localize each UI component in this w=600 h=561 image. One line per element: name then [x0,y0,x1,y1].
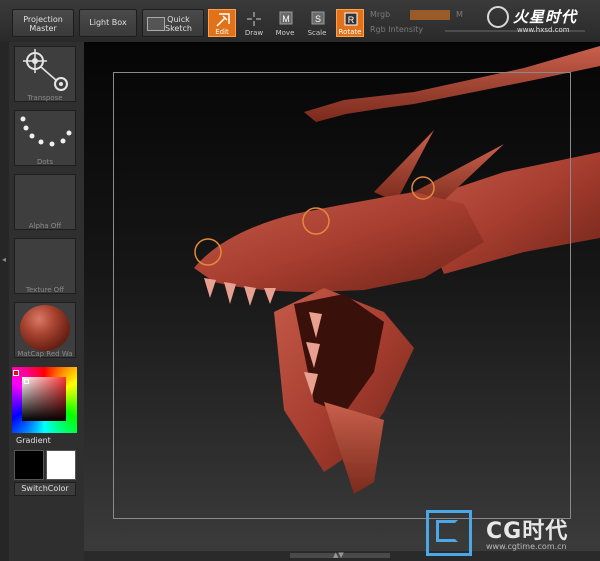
shelf-collapse-strip[interactable] [0,42,9,561]
mrgb-color-chip[interactable] [410,10,450,20]
scale-label: Scale [307,29,327,37]
hxsd-logo-url: www.hxsd.com [517,26,570,34]
matcap-sphere-preview [20,305,70,351]
transpose-slot[interactable]: Transpose [14,46,76,102]
dots-label: Dots [36,158,54,166]
document-frame [113,72,571,519]
material-slot[interactable]: MatCap Red Wa [14,302,76,358]
rotate-icon: R [344,12,358,26]
texture-slot[interactable]: Texture Off [14,238,76,294]
m-toggle[interactable]: M [456,10,463,19]
hue-marker[interactable] [13,370,19,376]
rotate-label: Rotate [338,28,362,36]
svg-text:R: R [348,15,355,25]
rgb-intensity-label: Rgb Intensity [370,25,424,34]
edit-tool-button[interactable]: Edit [208,9,236,37]
top-toolbar: Projection Master Light Box Quick Sketch… [0,0,600,43]
move-tool-button[interactable]: M Move [271,9,299,37]
secondary-color-swatch[interactable] [46,450,76,480]
quick-sketch-label-1: Quick [167,15,190,24]
edit-label: Edit [215,28,229,36]
matcap-label: MatCap Red Wa [17,350,73,358]
tray-toggle-icon[interactable]: ▲▼ [333,551,344,559]
projection-master-button[interactable]: Projection Master [12,9,74,37]
mrgb-toggle[interactable]: Mrgb [370,10,390,19]
quick-sketch-button[interactable]: Quick Sketch [142,9,204,37]
cgtime-logo-inner-icon [436,520,458,542]
transpose-icon [23,49,68,91]
svg-text:M: M [282,14,290,24]
cgtime-url: www.cgtime.com.cn [486,542,567,551]
projection-master-label-2: Master [29,24,57,33]
dots-stroke-slot[interactable]: Dots [14,110,76,166]
draw-icon [247,12,261,26]
draw-tool-button[interactable]: Draw [240,9,268,37]
hxsd-logo: 火星时代 www.hxsd.com [487,4,597,36]
move-label: Move [275,29,295,37]
shelf-arrow-icon[interactable]: ◂ [2,255,6,264]
gradient-toggle[interactable]: Gradient [16,436,51,445]
quick-sketch-icon [147,17,165,31]
switch-color-button[interactable]: SwitchColor [14,482,76,496]
texture-label: Texture Off [25,286,65,294]
draw-label: Draw [244,29,264,37]
move-icon: M [279,11,293,25]
cgtime-text: CG时代 [486,519,569,544]
svg-text:S: S [315,14,321,24]
main-color-swatch[interactable] [14,450,44,480]
edit-icon [216,13,230,27]
hxsd-logo-text: 火星时代 [513,8,578,26]
rotate-tool-button[interactable]: R Rotate [336,9,364,37]
color-picker[interactable] [12,367,77,433]
quick-sketch-label-2: Sketch [165,24,192,33]
light-box-button[interactable]: Light Box [79,9,137,37]
quick-sketch-text: Quick Sketch [165,15,192,33]
color-marker[interactable] [24,379,29,384]
hxsd-swirl-icon [487,6,509,28]
dots-stroke-icon [20,116,72,147]
transpose-label: Transpose [27,94,63,102]
alpha-label: Alpha Off [28,222,62,230]
projection-master-label-1: Projection [23,15,63,24]
scale-tool-button[interactable]: S Scale [303,9,331,37]
cgtime-watermark: CG时代 www.cgtime.com.cn [424,508,600,561]
alpha-slot[interactable]: Alpha Off [14,174,76,230]
scale-icon: S [311,11,325,25]
